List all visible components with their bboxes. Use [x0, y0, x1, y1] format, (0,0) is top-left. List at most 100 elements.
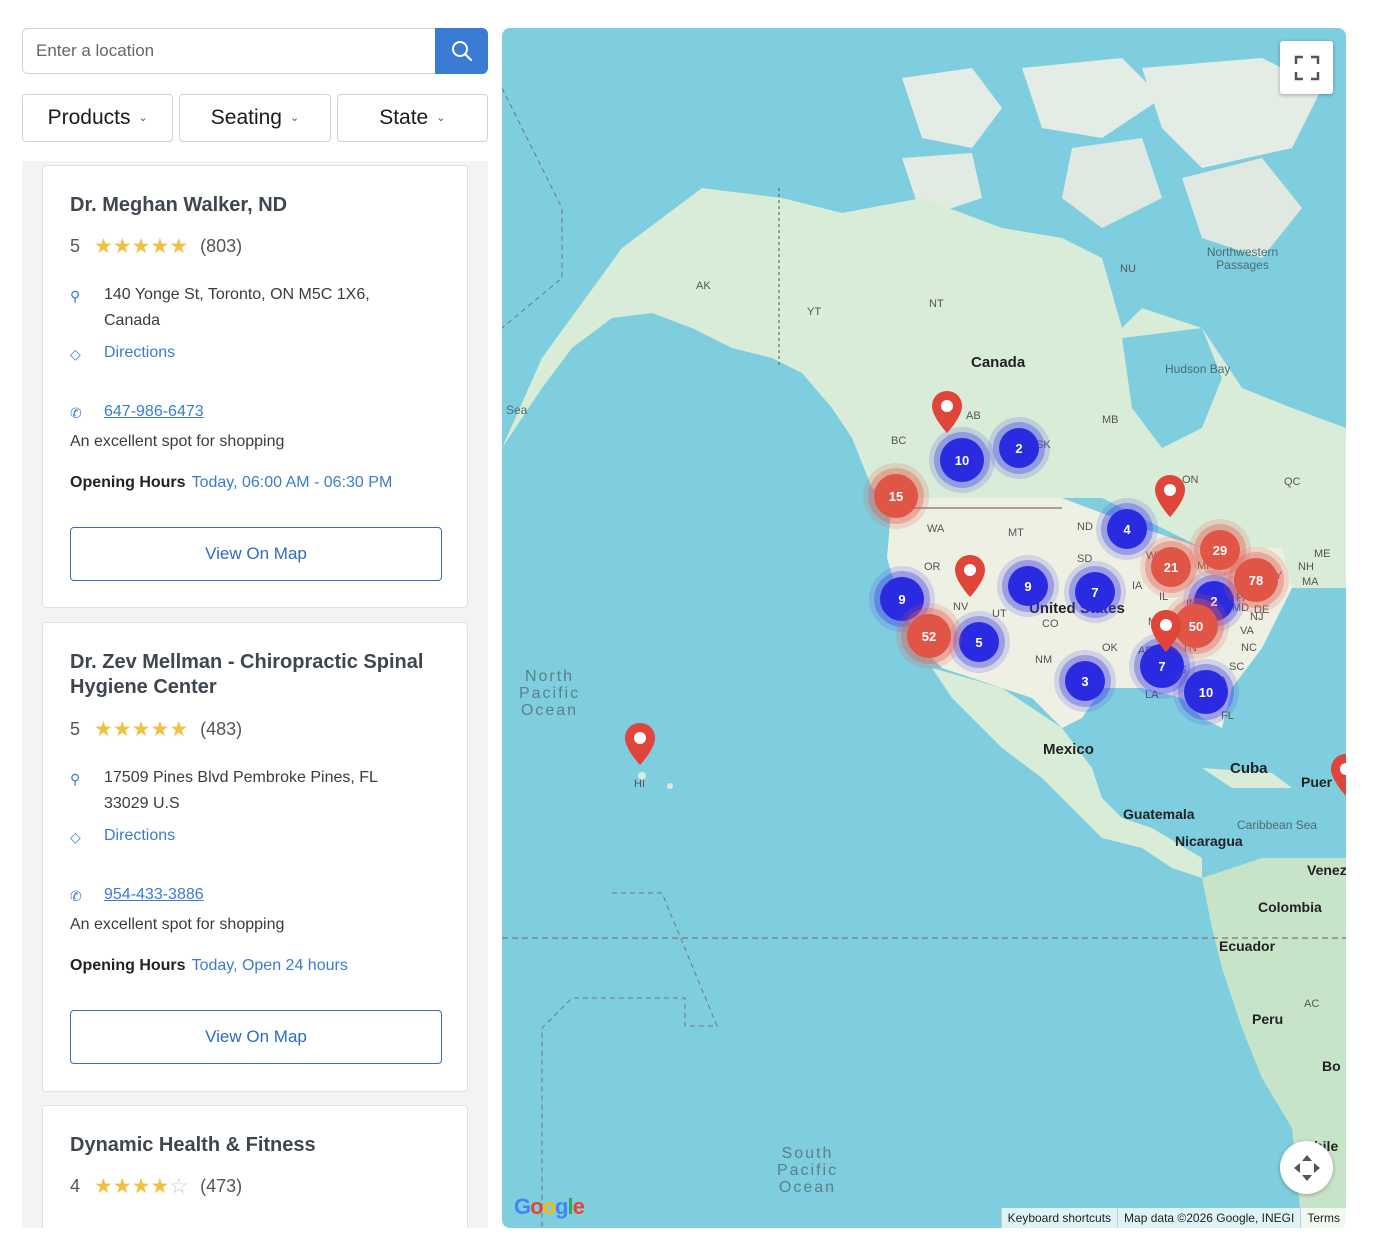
- listing-card: Dr. Meghan Walker, ND 5 ★★★★★ (803) ⚲ 14…: [42, 165, 468, 608]
- listing-address: 140 Yonge St, Toronto, ON M5C 1X6, Canad…: [104, 286, 370, 329]
- search-button[interactable]: [435, 28, 488, 74]
- chevron-down-icon: ⌄: [436, 111, 446, 124]
- directions-icon: ◇: [70, 346, 81, 362]
- blue-marker-cluster[interactable]: 10: [1184, 670, 1228, 714]
- blue-marker-cluster[interactable]: 3: [1065, 661, 1105, 701]
- map-label-puerto-rico: Puer: [1301, 774, 1333, 790]
- products-filter[interactable]: Products ⌄: [22, 94, 174, 142]
- keyboard-shortcuts-link[interactable]: Keyboard shortcuts: [1000, 1208, 1117, 1228]
- listing-name: Dr. Zev Mellman - Chiropractic Spinal Hy…: [70, 651, 424, 698]
- state-label: CO: [1042, 618, 1059, 630]
- state-label: NU: [1120, 263, 1136, 275]
- listing-rating: 4 ★★★★☆ (473): [70, 1174, 242, 1199]
- state-label: MB: [1102, 414, 1119, 426]
- state-label: QC: [1284, 476, 1301, 488]
- star-rating-icon: ★★★★☆: [94, 1175, 189, 1198]
- map-pin-marker[interactable]: [623, 722, 657, 766]
- directions-link[interactable]: Directions: [104, 823, 424, 850]
- hours-label: Opening Hours: [70, 474, 186, 491]
- map-pin-icon: ⚲: [70, 288, 81, 304]
- directions-link[interactable]: Directions: [104, 340, 424, 367]
- state-label: AB: [966, 410, 981, 422]
- fullscreen-button[interactable]: [1280, 41, 1333, 94]
- blue-marker-cluster[interactable]: 9: [1008, 566, 1048, 606]
- terms-link[interactable]: Terms: [1300, 1208, 1346, 1228]
- results-list[interactable]: Dr. Meghan Walker, ND 5 ★★★★★ (803) ⚲ 14…: [22, 161, 488, 1228]
- state-filter[interactable]: State ⌄: [336, 94, 488, 142]
- pan-arrows-icon: [1293, 1154, 1320, 1181]
- hours-value: Today, 06:00 AM - 06:30 PM: [191, 474, 393, 491]
- address-row: ⚲: [70, 1222, 104, 1228]
- hours-value: Today, Open 24 hours: [191, 957, 348, 974]
- state-label: LA: [1145, 689, 1159, 701]
- red-marker-cluster[interactable]: 29: [1200, 530, 1240, 570]
- rating-value: 5: [70, 719, 81, 739]
- phone-row: ✆ 954-433-3886: [70, 882, 424, 909]
- seating-filter[interactable]: Seating ⌄: [179, 94, 331, 142]
- phone-icon: ✆: [70, 405, 82, 421]
- google-logo: Google: [514, 1194, 585, 1219]
- state-label: MT: [1008, 527, 1024, 539]
- state-label: NH: [1298, 561, 1314, 573]
- hours-label: Opening Hours: [70, 957, 186, 974]
- map-label-mexico: Mexico: [1043, 741, 1094, 758]
- listing-description: An excellent spot for shopping: [70, 916, 285, 933]
- map-pin-marker[interactable]: [1149, 609, 1183, 653]
- map-label-venezuela: Venez: [1307, 862, 1346, 878]
- rating-value: 4: [70, 1176, 81, 1196]
- red-marker-cluster[interactable]: 21: [1151, 547, 1191, 587]
- star-rating-icon: ★★★★★: [94, 235, 189, 258]
- map-view[interactable]: Canada United States Mexico Cuba Guatema…: [502, 28, 1346, 1228]
- state-label: AK: [696, 280, 711, 292]
- state-label: UT: [992, 608, 1007, 620]
- map-label-nicaragua: Nicaragua: [1175, 833, 1243, 849]
- phone-link[interactable]: 647-986-6473: [104, 399, 424, 426]
- state-label: NM: [1035, 654, 1053, 666]
- opening-hours: Opening Hours Today, Open 24 hours: [70, 957, 348, 975]
- map-pin-marker[interactable]: [1153, 474, 1187, 518]
- map-label-bo: Bo: [1322, 1058, 1341, 1074]
- directions-row[interactable]: ◇ Directions: [70, 340, 424, 367]
- listing-rating: 5 ★★★★★ (483): [70, 717, 242, 742]
- state-label: BC: [891, 435, 907, 447]
- listing-card: Dr. Zev Mellman - Chiropractic Spinal Hy…: [42, 622, 468, 1092]
- map-camera-control[interactable]: [1280, 1141, 1333, 1194]
- map-pin-marker[interactable]: [930, 390, 964, 434]
- directions-icon: ◇: [70, 829, 81, 845]
- chevron-down-icon: ⌄: [290, 111, 300, 124]
- listing-address: 17509 Pines Blvd Pembroke Pines, FL 3302…: [104, 769, 378, 812]
- map-label-north-pacific: North Pacific Ocean: [518, 668, 581, 719]
- map-label-guatemala: Guatemala: [1123, 806, 1195, 822]
- map-label-hudson-bay: Hudson Bay: [1165, 362, 1231, 376]
- map-label-sea: Sea: [506, 403, 528, 417]
- blue-marker-cluster[interactable]: 9: [880, 577, 924, 621]
- view-on-map-button[interactable]: View On Map: [70, 527, 442, 581]
- blue-marker-cluster[interactable]: 5: [959, 622, 999, 662]
- map-label-peru: Peru: [1252, 1011, 1284, 1027]
- red-marker-cluster[interactable]: 15: [874, 474, 918, 518]
- state-label: NV: [953, 601, 969, 613]
- blue-marker-cluster[interactable]: 7: [1075, 572, 1115, 612]
- state-label: MD: [1232, 602, 1250, 614]
- blue-marker-cluster[interactable]: 2: [999, 428, 1039, 468]
- directions-row[interactable]: ◇ Directions: [70, 823, 424, 850]
- location-search: [22, 28, 488, 74]
- map-pin-marker[interactable]: [953, 554, 987, 598]
- phone-link[interactable]: 954-433-3886: [104, 882, 424, 909]
- blue-marker-cluster[interactable]: 10: [940, 438, 984, 482]
- map-label-south-pacific: South Pacific Ocean: [776, 1145, 839, 1196]
- red-marker-cluster[interactable]: 52: [907, 614, 951, 658]
- chevron-down-icon: ⌄: [138, 111, 148, 124]
- red-marker-cluster[interactable]: 78: [1234, 558, 1278, 602]
- state-label: FL: [1221, 710, 1234, 722]
- phone-row: ✆ 647-986-6473: [70, 399, 424, 426]
- location-input[interactable]: [22, 28, 436, 74]
- view-on-map-button[interactable]: View On Map: [70, 1010, 442, 1064]
- state-label: HI: [634, 778, 645, 790]
- listing-name: Dynamic Health & Fitness: [70, 1134, 316, 1156]
- state-label: SD: [1077, 553, 1093, 565]
- state-label: NC: [1241, 642, 1257, 654]
- blue-marker-cluster[interactable]: 4: [1107, 509, 1147, 549]
- state-label: MA: [1302, 576, 1319, 588]
- map-pin-marker[interactable]: [1329, 753, 1346, 797]
